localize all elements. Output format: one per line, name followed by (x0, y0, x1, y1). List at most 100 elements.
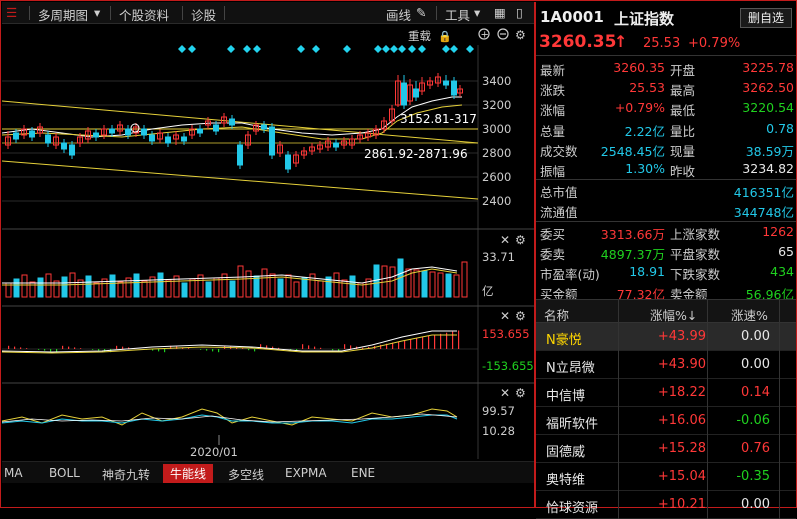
list-item[interactable]: 固德威 +15.28 0.76 (536, 435, 796, 463)
chevron-down-icon[interactable]: ▾ (474, 5, 480, 20)
divider (707, 300, 708, 323)
volume-bar (165, 279, 172, 298)
menu-icon[interactable]: ☰ (6, 5, 17, 20)
y-tick-label: 3200 (482, 98, 511, 112)
tab-ene[interactable]: ENE (351, 466, 375, 480)
stock-pct: +18.22 (657, 385, 706, 400)
restore-button[interactable]: 重载 (408, 29, 431, 43)
macd-bar (92, 349, 94, 350)
price-annotation-high: 3152.81-317 (400, 112, 477, 126)
signal-diamond (312, 45, 320, 53)
quote-fields: 最新 3260.35 开盘 3225.78 涨跌 25.53 最高 3262.5… (536, 58, 796, 302)
macd-bar (116, 345, 118, 349)
volume-bar (21, 274, 28, 298)
close-panel-icon[interactable]: ✕ (500, 386, 510, 400)
quote-panel: 1A0001 上证指数 删自选 3260.35 ↑ 25.53 +0.79% 最… (536, 2, 796, 519)
chart-area[interactable]: 重载 🔒 + ⚙ 3400 3200 3000 2800 2600 2400 3… (2, 25, 534, 459)
settings-gear-icon[interactable]: ⚙ (515, 28, 526, 42)
field-label: 现量 (670, 143, 696, 159)
field-value: 3220.54 (742, 100, 794, 116)
list-item[interactable]: N豪悦 +43.99 0.00 (536, 323, 796, 351)
macd-bar (350, 345, 352, 349)
macd-bar (44, 349, 46, 351)
field-value: 3262.50 (742, 80, 794, 96)
candle-body (45, 134, 51, 144)
macd-bar (50, 349, 52, 352)
divider (110, 6, 111, 20)
list-item[interactable]: 福昕软件 +16.06 -0.06 (536, 407, 796, 435)
column-header-speed[interactable]: 涨速% (731, 305, 768, 324)
tab-ma[interactable]: MA (4, 466, 23, 480)
grid-icon[interactable]: ▦ (494, 5, 506, 20)
multi-period-button[interactable]: 多周期图 (38, 5, 88, 24)
indicator-tabs: MA BOLL 神奇九转 牛能线 多空线 EXPMA ENE (2, 461, 534, 483)
candle-body (93, 132, 99, 138)
stock-speed: 0.00 (741, 329, 770, 344)
remove-watchlist-button[interactable]: 删自选 (740, 8, 792, 28)
settings-gear-icon[interactable]: ⚙ (515, 233, 526, 247)
field-value: +0.79% (614, 100, 665, 116)
macd-bar (248, 349, 250, 351)
field-value: 65 (778, 243, 794, 259)
lock-icon[interactable]: 🔒 (438, 30, 452, 43)
field-label: 昨收 (670, 163, 696, 179)
field-label: 最低 (670, 103, 696, 119)
macd-bar (8, 345, 10, 349)
volume-bar (389, 266, 396, 298)
tab-boll[interactable]: BOLL (49, 466, 80, 480)
stock-speed: 0.76 (741, 441, 770, 456)
close-panel-icon[interactable]: ✕ (500, 309, 510, 323)
tools-button[interactable]: 工具 (445, 5, 470, 24)
price-change-pct: +0.79% (688, 36, 741, 51)
candle-body (269, 126, 275, 156)
volume-bar (349, 275, 356, 298)
diagnose-button[interactable]: 诊股 (191, 5, 216, 24)
stock-name: 福昕软件 (546, 417, 599, 432)
quote-row: 最新 3260.35 开盘 3225.78 (536, 58, 796, 78)
volume-bar (229, 280, 236, 298)
column-header-pct[interactable]: 涨幅%↓ (650, 305, 697, 324)
field-label: 委买 (540, 226, 566, 242)
pencil-icon[interactable]: ✎ (416, 5, 426, 20)
tab-duokongxian[interactable]: 多空线 (228, 466, 264, 483)
candle-body (451, 80, 457, 96)
tab-expma[interactable]: EXPMA (285, 466, 327, 480)
list-item[interactable]: 恰球资源 +10.21 0.00 (536, 491, 796, 519)
sidebar-toggle-icon[interactable]: ▯ (516, 5, 523, 20)
list-item[interactable]: N立昂微 +43.90 0.00 (536, 351, 796, 379)
stock-pct: +15.04 (657, 469, 706, 484)
volume-bar (429, 271, 436, 298)
volume-unit-label: 亿 (482, 284, 494, 298)
volume-bar (37, 277, 44, 298)
settings-gear-icon[interactable]: ⚙ (515, 386, 526, 400)
stock-info-button[interactable]: 个股资料 (119, 5, 169, 24)
draw-line-button[interactable]: 画线 (386, 5, 411, 24)
stock-name: N立昂微 (546, 361, 595, 376)
divider (618, 300, 619, 323)
column-header-name[interactable]: 名称 (544, 305, 569, 324)
volume-bar (277, 278, 284, 298)
divider (224, 6, 225, 20)
field-value: 3260.35 (613, 60, 665, 75)
list-item[interactable]: 奥特维 +15.04 -0.35 (536, 463, 796, 491)
field-label: 振幅 (540, 163, 566, 179)
macd-bar (422, 337, 424, 349)
stock-pct: +15.28 (657, 441, 706, 456)
tab-shenqi[interactable]: 神奇九转 (102, 466, 150, 483)
field-value: 3234.82 (742, 160, 794, 176)
list-item[interactable]: 中信博 +18.22 0.14 (536, 379, 796, 407)
candle-body (141, 128, 147, 136)
close-panel-icon[interactable]: ✕ (500, 233, 510, 247)
tab-niunengxian[interactable]: 牛能线 (163, 464, 214, 483)
signal-diamond (243, 45, 251, 53)
volume-bar (261, 268, 268, 298)
field-value: 2.22亿 (624, 123, 665, 139)
volume-bar (373, 264, 380, 298)
settings-gear-icon[interactable]: ⚙ (515, 309, 526, 323)
macd-bar (440, 333, 442, 349)
stock-name: 中信博 (546, 389, 586, 404)
chevron-down-icon[interactable]: ▾ (94, 5, 100, 20)
macd-bar (206, 349, 208, 351)
macd-bar (410, 339, 412, 349)
volume-bar (109, 274, 116, 298)
